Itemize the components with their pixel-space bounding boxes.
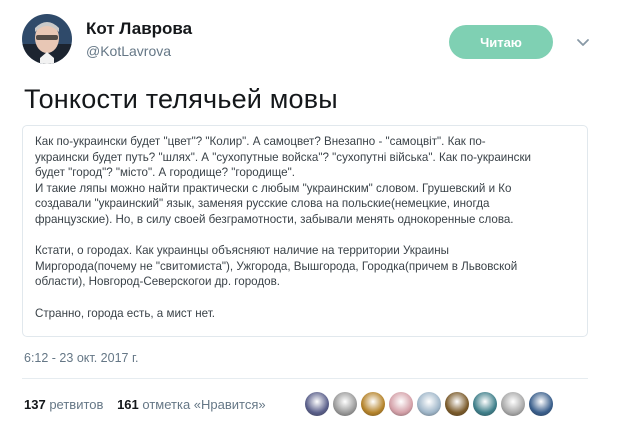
follow-button[interactable]: Читаю <box>449 25 553 59</box>
card-paragraph-1: Как по-украински будет "цвет"? "Колир". … <box>35 135 532 226</box>
likers-avatars <box>305 392 557 418</box>
user-avatar-icon <box>22 14 72 64</box>
liker-avatar-2-icon[interactable] <box>333 392 357 416</box>
tweet-stats: 137 ретвитов 161 отметка «Нравится» <box>24 397 276 412</box>
card-paragraph-2: Кстати, о городах. Как украинцы объясняю… <box>35 244 518 289</box>
likes-stat[interactable]: 161 отметка «Нравится» <box>117 397 266 412</box>
user-name[interactable]: Кот Лаврова <box>86 19 192 39</box>
liker-avatar-9-icon[interactable] <box>529 392 553 416</box>
user-avatar[interactable] <box>22 14 72 64</box>
card-paragraph-3: Странно, города есть, а мист нет. <box>35 306 215 320</box>
liker-avatar-4-icon[interactable] <box>389 392 413 416</box>
retweets-stat[interactable]: 137 ретвитов <box>24 397 103 412</box>
attached-text-card[interactable]: Как по-украински будет "цвет"? "Колир". … <box>22 125 588 337</box>
retweets-label: ретвитов <box>49 397 104 412</box>
liker-avatar-6-icon[interactable] <box>445 392 469 416</box>
divider <box>22 378 588 379</box>
chevron-down-icon[interactable] <box>575 34 591 50</box>
liker-avatar-7-icon[interactable] <box>473 392 497 416</box>
liker-avatar-8-icon[interactable] <box>501 392 525 416</box>
tweet-header: Кот Лаврова @KotLavrova Читаю <box>22 14 612 70</box>
liker-avatar-3-icon[interactable] <box>361 392 385 416</box>
retweets-count: 137 <box>24 397 46 412</box>
likes-label: отметка «Нравится» <box>142 397 266 412</box>
liker-avatar-5-icon[interactable] <box>417 392 441 416</box>
likes-count: 161 <box>117 397 139 412</box>
user-handle[interactable]: @KotLavrova <box>86 43 171 59</box>
tweet-text: Тонкости телячьей мовы <box>24 84 338 114</box>
tweet-timestamp[interactable]: 6:12 - 23 окт. 2017 г. <box>24 351 138 365</box>
liker-avatar-1-icon[interactable] <box>305 392 329 416</box>
